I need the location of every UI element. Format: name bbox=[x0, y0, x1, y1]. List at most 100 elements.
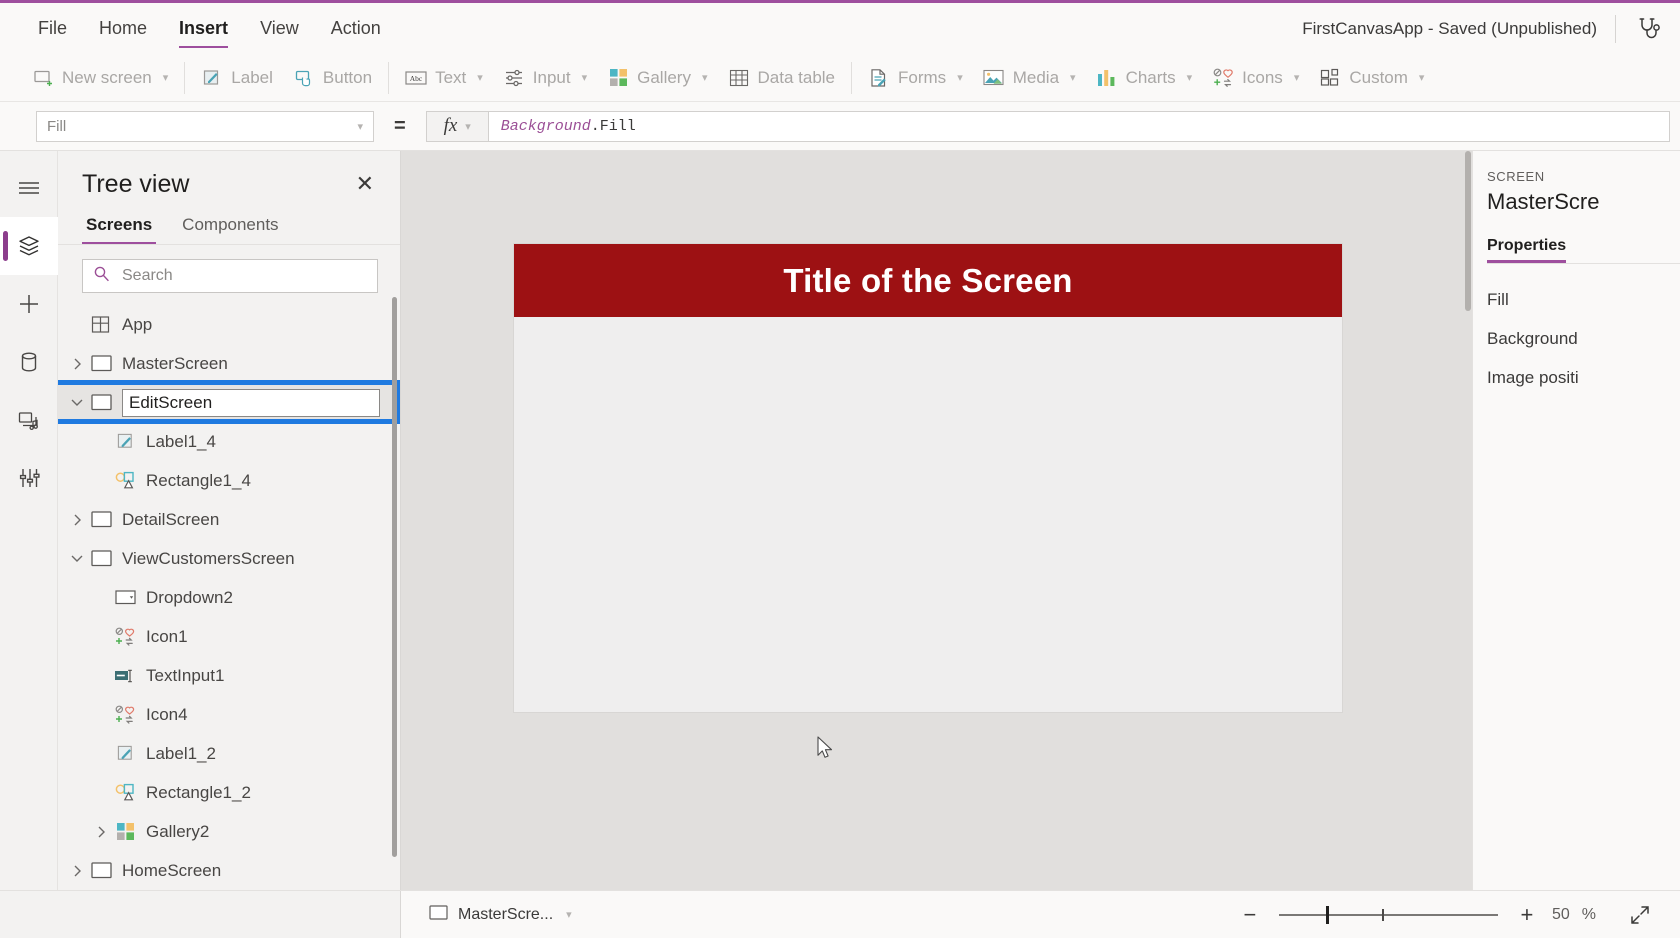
tree-node-rectangle1_2[interactable]: Rectangle1_2 bbox=[58, 773, 400, 812]
zoom-slider-thumb[interactable] bbox=[1325, 905, 1329, 924]
expand-diagonal-icon[interactable] bbox=[1626, 901, 1654, 929]
chevron-right-icon[interactable] bbox=[90, 825, 112, 839]
zoom-out-button[interactable]: − bbox=[1235, 900, 1265, 930]
tree-node-detailscreen[interactable]: DetailScreen bbox=[58, 500, 400, 539]
chevron-right-icon[interactable] bbox=[66, 357, 88, 371]
stethoscope-icon[interactable] bbox=[1632, 12, 1666, 46]
ribbon-media[interactable]: Media ▾ bbox=[973, 59, 1086, 97]
tree-node-label: Rectangle1_4 bbox=[146, 470, 251, 490]
tree-node-label: Label1_4 bbox=[146, 431, 216, 451]
ribbon-button[interactable]: Button bbox=[283, 59, 382, 97]
tree-node-label: Icon4 bbox=[146, 704, 188, 724]
tree-node-app[interactable]: App bbox=[58, 305, 400, 344]
text-abc-icon: Abc bbox=[405, 67, 427, 89]
gallery-grid-icon bbox=[112, 822, 138, 841]
media-icon[interactable] bbox=[0, 391, 58, 449]
tree-node-label1_4[interactable]: Label1_4 bbox=[58, 422, 400, 461]
menu-item-home[interactable]: Home bbox=[83, 3, 163, 54]
menu-item-view[interactable]: View bbox=[244, 3, 315, 54]
menu-item-action[interactable]: Action bbox=[315, 3, 397, 54]
property-row-image-position[interactable]: Image positi bbox=[1487, 358, 1680, 397]
tree-node-masterscreen[interactable]: MasterScreen bbox=[58, 344, 400, 383]
tree-node-label: App bbox=[122, 314, 153, 334]
property-select[interactable]: Fill ▾ bbox=[36, 110, 374, 142]
ribbon-label-label: Label bbox=[231, 67, 273, 87]
canvas-vertical-scrollbar[interactable] bbox=[1464, 151, 1472, 890]
ribbon-new-screen-label: New screen bbox=[62, 67, 152, 87]
label-icon bbox=[112, 744, 138, 763]
tree-node-icon1[interactable]: Icon1 bbox=[58, 617, 400, 656]
insert-ribbon: New screen ▾ Label Button Abc Text ▾ Inp… bbox=[0, 54, 1680, 102]
tree-node-gallery2[interactable]: Gallery2 bbox=[58, 812, 400, 851]
tree-scrollbar-thumb[interactable] bbox=[392, 297, 397, 857]
ribbon-gallery[interactable]: Gallery ▾ bbox=[597, 59, 717, 97]
app-save-status: FirstCanvasApp - Saved (Unpublished) bbox=[1302, 18, 1597, 38]
tree-view-title: Tree view bbox=[82, 169, 190, 198]
formula-input[interactable]: Background .Fill bbox=[487, 110, 1670, 142]
fx-button[interactable]: fx ▾ bbox=[425, 110, 488, 142]
equals-sign: = bbox=[394, 114, 406, 137]
ribbon-custom[interactable]: Custom ▾ bbox=[1309, 59, 1434, 97]
ribbon-input[interactable]: Input ▾ bbox=[493, 59, 597, 97]
ribbon-icons[interactable]: Icons ▾ bbox=[1202, 59, 1309, 97]
ribbon-new-screen[interactable]: New screen ▾ bbox=[22, 59, 178, 97]
chevron-down-icon: ▾ bbox=[1186, 72, 1193, 84]
chevron-down-icon[interactable] bbox=[66, 397, 88, 408]
property-select-value: Fill bbox=[47, 117, 67, 135]
tab-components[interactable]: Components bbox=[178, 211, 282, 244]
tree-node-label: Gallery2 bbox=[146, 821, 210, 841]
ribbon-data-table[interactable]: Data table bbox=[718, 59, 846, 97]
property-row-fill[interactable]: Fill bbox=[1487, 280, 1680, 319]
tree-node-editscreen[interactable] bbox=[58, 383, 400, 422]
tree-node-dropdown2[interactable]: Dropdown2 bbox=[58, 578, 400, 617]
search-icon bbox=[93, 265, 110, 287]
ribbon-charts[interactable]: Charts ▾ bbox=[1086, 59, 1203, 97]
zoom-in-button[interactable]: + bbox=[1512, 900, 1542, 930]
chevron-down-icon[interactable] bbox=[66, 553, 88, 564]
ribbon-label[interactable]: Label bbox=[191, 59, 283, 97]
chevron-right-icon[interactable] bbox=[66, 513, 88, 527]
menu-bar: File Home Insert View Action FirstCanvas… bbox=[0, 3, 1680, 54]
tree-node-rename-input[interactable] bbox=[122, 388, 380, 417]
tree-node-icon4[interactable]: Icon4 bbox=[58, 695, 400, 734]
canvas-scrollbar-thumb[interactable] bbox=[1465, 151, 1471, 311]
tree-node-label1_2[interactable]: Label1_2 bbox=[58, 734, 400, 773]
search-input[interactable] bbox=[120, 266, 367, 286]
zoom-slider[interactable] bbox=[1278, 900, 1498, 930]
ribbon-text[interactable]: Abc Text ▾ bbox=[395, 59, 493, 97]
data-cylinder-icon[interactable] bbox=[0, 333, 58, 391]
hamburger-menu-icon[interactable] bbox=[0, 159, 58, 217]
insert-plus-icon[interactable] bbox=[0, 275, 58, 333]
chevron-down-icon: ▾ bbox=[465, 120, 471, 133]
tree-view-header: Tree view ✕ bbox=[58, 151, 400, 205]
tree-search-box[interactable] bbox=[82, 259, 378, 293]
gallery-grid-icon bbox=[607, 67, 629, 89]
menu-item-insert[interactable]: Insert bbox=[163, 3, 244, 54]
tree-node-homescreen[interactable]: HomeScreen bbox=[58, 851, 400, 890]
close-icon[interactable]: ✕ bbox=[352, 169, 378, 199]
chevron-right-icon[interactable] bbox=[66, 864, 88, 878]
property-row-background[interactable]: Background bbox=[1487, 319, 1680, 358]
tab-screens[interactable]: Screens bbox=[82, 211, 157, 244]
canvas-scroll-wrapper: Title of the Screen bbox=[401, 151, 1472, 890]
tree-node-rectangle1_4[interactable]: Rectangle1_4 bbox=[58, 461, 400, 500]
tree-node-label: Dropdown2 bbox=[146, 587, 233, 607]
tree-view-layers-icon[interactable] bbox=[0, 217, 58, 275]
text-input-icon bbox=[112, 668, 138, 684]
tab-properties[interactable]: Properties bbox=[1487, 237, 1567, 263]
forms-icon bbox=[868, 67, 890, 89]
tree-node-viewcustomersscreen[interactable]: ViewCustomersScreen bbox=[58, 539, 400, 578]
tree-node-textinput1[interactable]: TextInput1 bbox=[58, 656, 400, 695]
app-screen-preview[interactable]: Title of the Screen bbox=[514, 244, 1342, 712]
screen-title-bar[interactable]: Title of the Screen bbox=[514, 244, 1342, 317]
zoom-slider-tick bbox=[1381, 908, 1384, 921]
fx-label: fx bbox=[443, 115, 458, 136]
ribbon-forms[interactable]: Forms ▾ bbox=[858, 59, 973, 97]
menu-item-file[interactable]: File bbox=[22, 3, 83, 54]
status-bar: MasterScre... ▾ − + 50 % bbox=[0, 890, 1680, 938]
ribbon-text-label: Text bbox=[435, 67, 467, 87]
screen-icon bbox=[88, 511, 114, 528]
advanced-tools-icon[interactable] bbox=[0, 449, 58, 507]
screen-selector[interactable]: MasterScre... ▾ bbox=[401, 891, 572, 938]
main-body: Tree view ✕ Screens Components Search Ap… bbox=[0, 151, 1680, 890]
